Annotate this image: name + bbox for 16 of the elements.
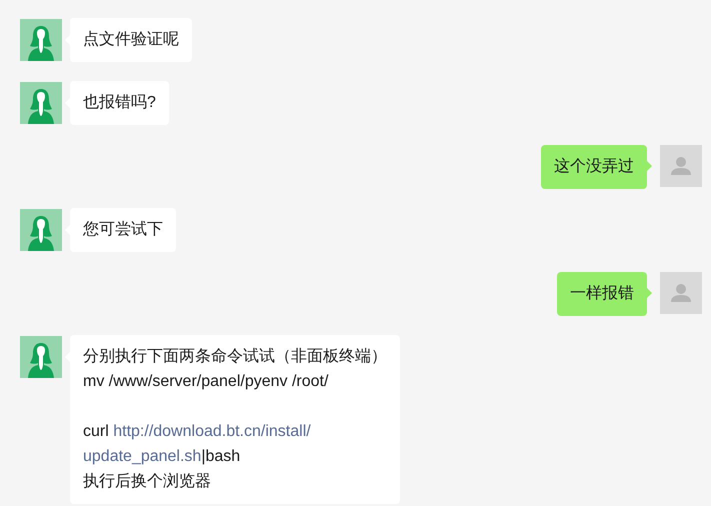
link[interactable]: http://download.bt.cn/install/ (113, 423, 311, 440)
message-text: 一样报错 (570, 285, 634, 302)
message-text: 执行后换个浏览器 (83, 473, 211, 490)
woman-avatar-icon[interactable] (20, 82, 62, 124)
link[interactable]: update_panel.sh (83, 448, 202, 465)
message-text: 您可尝试下 (83, 221, 163, 238)
message-text: 这个没弄过 (554, 158, 634, 175)
message-text: 点文件验证呢 (83, 31, 179, 48)
woman-avatar-icon[interactable] (20, 19, 62, 61)
message-text: |bash (201, 448, 240, 465)
woman-avatar-icon[interactable] (20, 209, 62, 251)
message-text: 也报错吗? (83, 94, 156, 111)
message-text: 分别执行下面两条命令试试（非面板终端） (83, 348, 387, 365)
message-text: curl (83, 423, 110, 440)
message-text: mv /www/server/panel/pyenv /root/ (83, 373, 328, 390)
woman-avatar-icon[interactable] (20, 336, 62, 378)
